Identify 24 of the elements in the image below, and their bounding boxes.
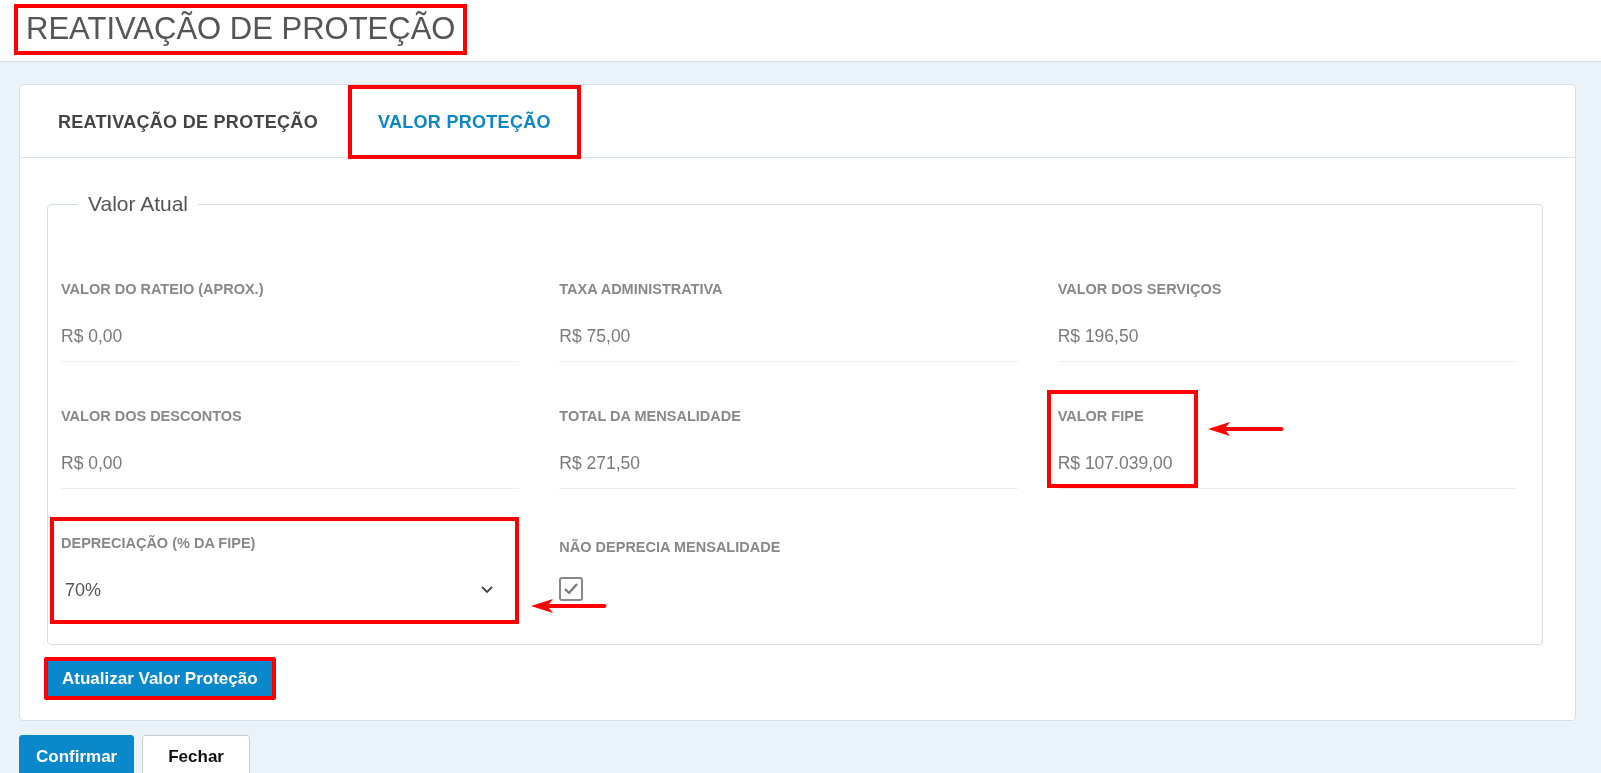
close-button[interactable]: Fechar xyxy=(142,735,250,773)
field-value: R$ 75,00 xyxy=(559,324,631,348)
field-value: R$ 0,00 xyxy=(61,451,123,475)
tab[interactable]: VALOR PROTEÇÃO xyxy=(347,85,581,159)
field-value: R$ 196,50 xyxy=(1057,324,1139,348)
field-value: R$ 271,50 xyxy=(559,451,641,475)
update-button[interactable]: Atualizar Valor Proteção xyxy=(44,656,276,701)
field-label: DEPRECIAÇÃO (% DA FIPE) xyxy=(61,534,257,553)
tab[interactable]: REATIVAÇÃO DE PROTEÇÃO xyxy=(28,85,348,159)
field-label: TOTAL DA MENSALIDADE xyxy=(559,407,742,426)
field-label: VALOR DOS DESCONTOS xyxy=(61,407,243,426)
chevron-down-icon xyxy=(481,586,494,595)
field-label: VALOR DOS SERVIÇOS xyxy=(1057,280,1223,299)
page-title: REATIVAÇÃO DE PROTEÇÃO xyxy=(14,4,468,55)
confirm-button[interactable]: Confirmar xyxy=(19,735,135,773)
field-label: TAXA ADMINISTRATIVA xyxy=(559,280,724,299)
field-value: R$ 107.039,00 xyxy=(1057,451,1173,475)
field-label: NÃO DEPRECIA MENSALIDADE xyxy=(559,538,782,557)
checkmark-icon xyxy=(563,582,580,596)
field-value: R$ 0,00 xyxy=(61,324,123,348)
field-label: VALOR DO RATEIO (APROX.) xyxy=(61,280,265,299)
checkbox[interactable] xyxy=(559,576,584,601)
field-label: VALOR FIPE xyxy=(1057,407,1145,426)
select-field[interactable]: 70% xyxy=(61,572,494,608)
